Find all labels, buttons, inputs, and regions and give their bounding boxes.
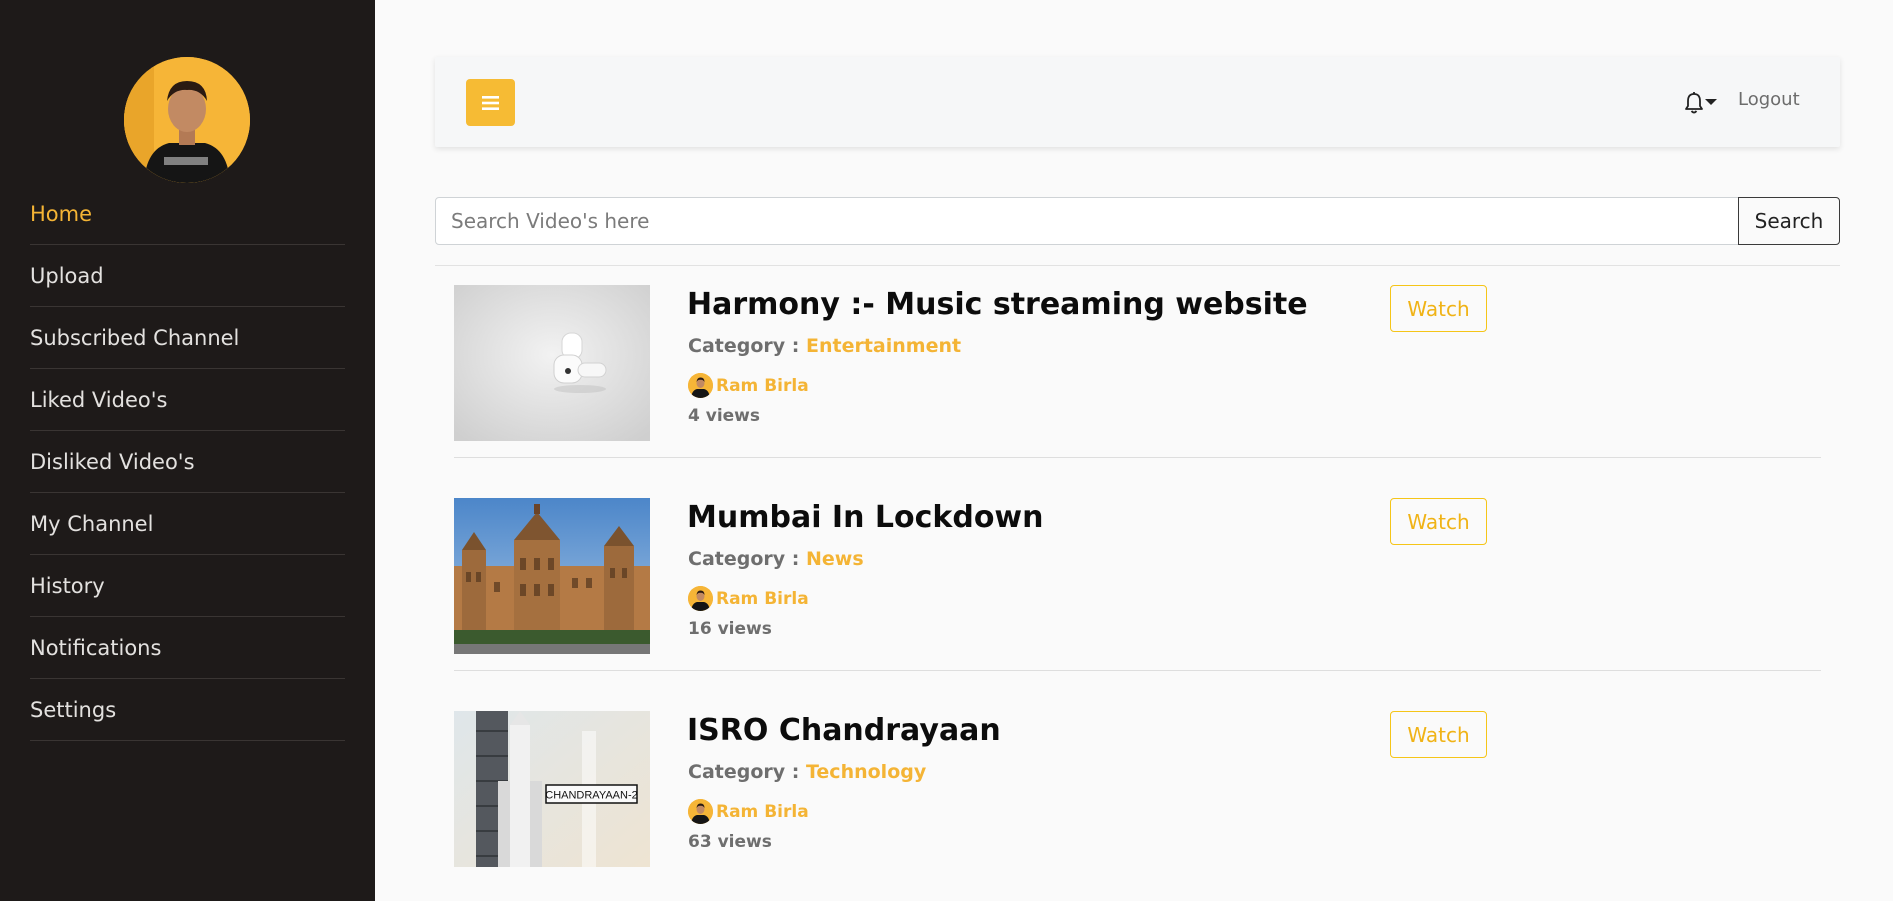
sidebar-item-label: Subscribed Channel [30, 325, 240, 350]
sidebar-item-liked-videos[interactable]: Liked Video's [30, 369, 345, 431]
logout-link[interactable]: Logout [1738, 89, 1800, 110]
video-item: CHANDRAYAAN-2 ISRO Chandrayaan Category … [454, 691, 1821, 901]
category-label: Category : [688, 335, 800, 357]
sidebar-item-my-channel[interactable]: My Channel [30, 493, 345, 555]
video-author[interactable]: Ram Birla [688, 799, 809, 824]
bell-icon [1685, 92, 1703, 114]
search-input[interactable] [435, 197, 1739, 245]
author-avatar [688, 586, 713, 611]
video-thumbnail[interactable] [454, 285, 650, 441]
rocket-thumbnail-image: CHANDRAYAAN-2 [454, 711, 650, 867]
video-title[interactable]: ISRO Chandrayaan [687, 713, 1001, 748]
sidebar-item-label: Liked Video's [30, 387, 168, 412]
watch-button[interactable]: Watch [1390, 498, 1487, 545]
sidebar-item-label: Notifications [30, 635, 162, 660]
sidebar-item-label: History [30, 573, 105, 598]
sidebar-item-disliked-videos[interactable]: Disliked Video's [30, 431, 345, 493]
search-button[interactable]: Search [1738, 197, 1840, 245]
video-item: Harmony :- Music streaming website Categ… [454, 265, 1821, 478]
category-value[interactable]: News [806, 548, 864, 570]
video-views: 63 views [688, 832, 772, 852]
hamburger-icon [482, 95, 499, 110]
menu-toggle-button[interactable] [466, 79, 515, 126]
thumbnail-caption: CHANDRAYAAN-2 [545, 790, 638, 802]
profile-photo [124, 57, 250, 183]
video-category: Category : Entertainment [688, 335, 961, 357]
author-name: Ram Birla [716, 375, 809, 396]
category-label: Category : [688, 548, 800, 570]
sidebar-nav: Home Upload Subscribed Channel Liked Vid… [30, 183, 345, 741]
sidebar-item-label: Disliked Video's [30, 449, 195, 474]
video-thumbnail[interactable] [454, 498, 650, 654]
video-title[interactable]: Harmony :- Music streaming website [687, 287, 1308, 322]
author-name: Ram Birla [716, 801, 809, 822]
sidebar-item-settings[interactable]: Settings [30, 679, 345, 741]
mumbai-building-thumbnail-image [454, 498, 650, 654]
video-views: 4 views [688, 406, 761, 426]
sidebar-item-label: Home [30, 201, 93, 226]
sidebar-item-label: My Channel [30, 511, 154, 536]
video-title[interactable]: Mumbai In Lockdown [687, 500, 1044, 535]
sidebar-item-upload[interactable]: Upload [30, 245, 345, 307]
author-avatar [688, 799, 713, 824]
video-item: Mumbai In Lockdown Category : News Ram B… [454, 478, 1821, 691]
earbuds-thumbnail-image [454, 285, 650, 441]
divider [454, 670, 1821, 671]
author-avatar [688, 373, 713, 398]
sidebar-item-subscribed-channel[interactable]: Subscribed Channel [30, 307, 345, 369]
video-views: 16 views [688, 619, 772, 639]
profile-avatar[interactable] [124, 57, 250, 183]
sidebar-item-label: Upload [30, 263, 104, 288]
sidebar-item-notifications[interactable]: Notifications [30, 617, 345, 679]
video-author[interactable]: Ram Birla [688, 586, 809, 611]
category-value[interactable]: Entertainment [806, 335, 961, 357]
sidebar-item-history[interactable]: History [30, 555, 345, 617]
sidebar: Home Upload Subscribed Channel Liked Vid… [0, 0, 375, 901]
notification-dropdown[interactable] [1683, 90, 1723, 116]
video-author[interactable]: Ram Birla [688, 373, 809, 398]
divider [454, 457, 1821, 458]
caret-down-icon [1705, 99, 1717, 105]
author-name: Ram Birla [716, 588, 809, 609]
category-label: Category : [688, 761, 800, 783]
top-navbar: Logout [435, 57, 1840, 147]
video-category: Category : News [688, 548, 864, 570]
video-category: Category : Technology [688, 761, 926, 783]
category-value[interactable]: Technology [806, 761, 926, 783]
sidebar-item-home[interactable]: Home [30, 183, 345, 245]
video-thumbnail[interactable]: CHANDRAYAAN-2 [454, 711, 650, 867]
watch-button[interactable]: Watch [1390, 285, 1487, 332]
sidebar-item-label: Settings [30, 697, 117, 722]
watch-button[interactable]: Watch [1390, 711, 1487, 758]
